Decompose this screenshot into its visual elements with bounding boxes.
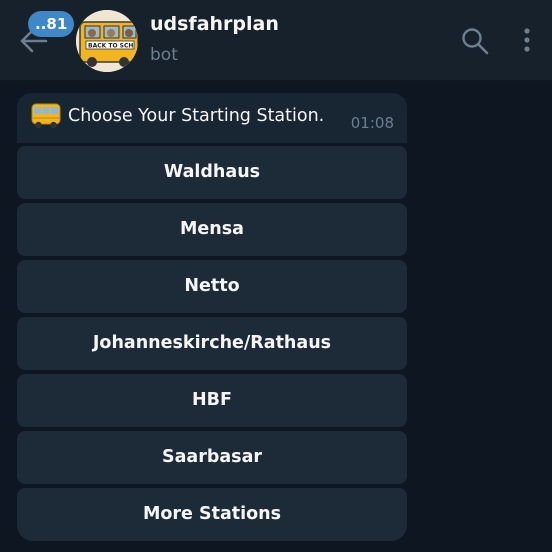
more-stations-button[interactable]: More Stations	[17, 488, 407, 541]
station-button-johanneskirche-rathaus[interactable]: Johanneskirche/Rathaus	[17, 317, 407, 370]
message-time: 01:08	[350, 114, 394, 132]
avatar-caption: BACK TO SCH	[88, 43, 133, 50]
chat-header: ..81 BACK TO SCH udsfahrplan bot	[0, 0, 552, 81]
chat-title[interactable]: udsfahrplan	[150, 13, 279, 35]
more-options-icon[interactable]	[514, 26, 540, 56]
station-button-mensa[interactable]: Mensa	[17, 203, 407, 256]
station-button-netto[interactable]: Netto	[17, 260, 407, 313]
bus-avatar-icon: BACK TO SCH	[76, 10, 138, 72]
unread-count-badge: ..81	[28, 11, 75, 37]
station-button-hbf[interactable]: HBF	[17, 374, 407, 427]
search-icon[interactable]	[460, 26, 490, 56]
avatar[interactable]: BACK TO SCH	[76, 10, 138, 72]
station-button-waldhaus[interactable]: Waldhaus	[17, 146, 407, 199]
message-text: Choose Your Starting Station.	[68, 106, 325, 126]
station-button-saarbasar[interactable]: Saarbasar	[17, 431, 407, 484]
chat-subtitle: bot	[150, 45, 178, 65]
bus-icon	[31, 103, 61, 129]
message-bubble: Choose Your Starting Station. 01:08	[17, 93, 407, 143]
